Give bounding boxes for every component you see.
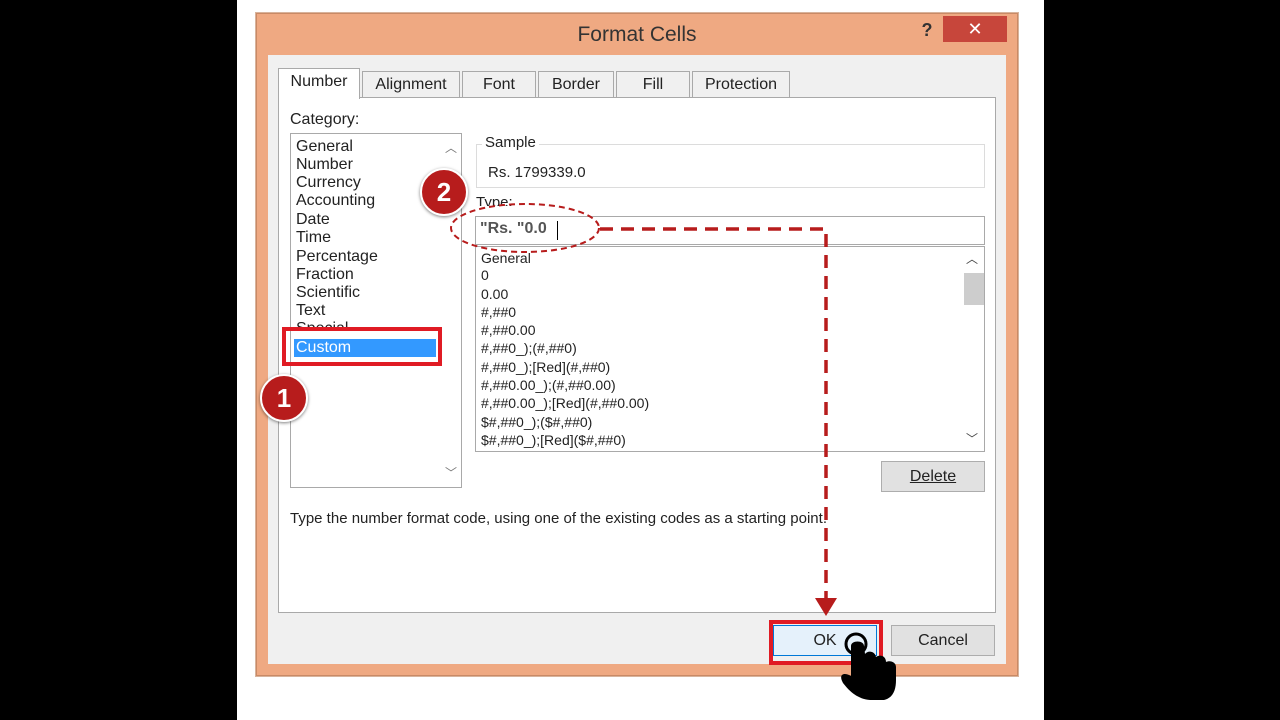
delete-button-label: Delete — [909, 468, 957, 485]
category-item-accounting[interactable]: Accounting — [296, 192, 375, 210]
format-item[interactable]: #,##0_);[Red](#,##0) — [481, 358, 610, 376]
scroll-up-icon[interactable]: ︿ — [960, 251, 984, 267]
scroll-down-icon[interactable]: ﹀ — [960, 431, 984, 447]
tab-font[interactable]: Font — [462, 71, 536, 98]
type-input-value: "Rs. "0.0 — [480, 220, 547, 237]
sample-value: Rs. 1799339.0 — [488, 164, 586, 181]
sample-label: Sample — [482, 134, 539, 151]
title-bar: Format Cells ? ✕ — [257, 14, 1017, 55]
category-item-currency[interactable]: Currency — [296, 174, 361, 192]
dialog-title: Format Cells — [577, 23, 697, 46]
format-item[interactable]: #,##0.00_);[Red](#,##0.00) — [481, 394, 649, 412]
format-item[interactable]: $#,##0_);[Red]($#,##0) — [481, 431, 626, 449]
category-item-date[interactable]: Date — [296, 211, 330, 229]
format-code-list[interactable]: General 0 0.00 #,##0 #,##0.00 #,##0_);(#… — [475, 246, 985, 452]
tab-number[interactable]: Number — [278, 68, 360, 99]
format-item[interactable]: $#,##0_);($#,##0) — [481, 413, 592, 431]
ok-highlight-box — [769, 620, 883, 665]
format-item[interactable]: #,##0_);(#,##0) — [481, 339, 577, 357]
format-item[interactable]: 0 — [481, 266, 489, 284]
hint-text: Type the number format code, using one o… — [290, 510, 827, 527]
scroll-thumb[interactable] — [964, 273, 984, 305]
format-scrollbar[interactable]: ︿ ﹀ — [960, 247, 984, 451]
custom-highlight-box — [282, 327, 442, 366]
type-input[interactable]: "Rs. "0.0 — [475, 216, 985, 245]
format-item[interactable]: General — [481, 249, 531, 263]
delete-button[interactable]: Delete — [881, 461, 985, 492]
format-item[interactable]: 0.00 — [481, 285, 508, 303]
category-item-time[interactable]: Time — [296, 229, 331, 247]
close-button[interactable]: ✕ — [943, 16, 1007, 42]
help-button[interactable]: ? — [915, 18, 939, 42]
tab-border[interactable]: Border — [538, 71, 614, 98]
tab-protection[interactable]: Protection — [692, 71, 790, 98]
step-1-badge: 1 — [260, 374, 308, 422]
type-label: Type: — [476, 194, 513, 206]
text-cursor — [557, 221, 558, 240]
category-item-text[interactable]: Text — [296, 302, 325, 320]
format-item[interactable]: #,##0.00 — [481, 321, 536, 339]
format-item[interactable]: #,##0.00_);(#,##0.00) — [481, 376, 616, 394]
category-item-number[interactable]: Number — [296, 156, 353, 174]
tab-alignment[interactable]: Alignment — [362, 71, 460, 98]
category-item-scientific[interactable]: Scientific — [296, 284, 360, 302]
format-item[interactable]: #,##0 — [481, 303, 516, 321]
category-label: Category: — [290, 111, 360, 128]
category-item-percentage[interactable]: Percentage — [296, 248, 378, 266]
scroll-up-icon[interactable]: ︿ — [441, 140, 461, 156]
tab-fill[interactable]: Fill — [616, 71, 690, 98]
cancel-button[interactable]: Cancel — [891, 625, 995, 656]
step-2-badge: 2 — [420, 168, 468, 216]
category-item-fraction[interactable]: Fraction — [296, 266, 354, 284]
scroll-down-icon[interactable]: ﹀ — [441, 465, 461, 481]
category-item-general[interactable]: General — [296, 138, 353, 156]
